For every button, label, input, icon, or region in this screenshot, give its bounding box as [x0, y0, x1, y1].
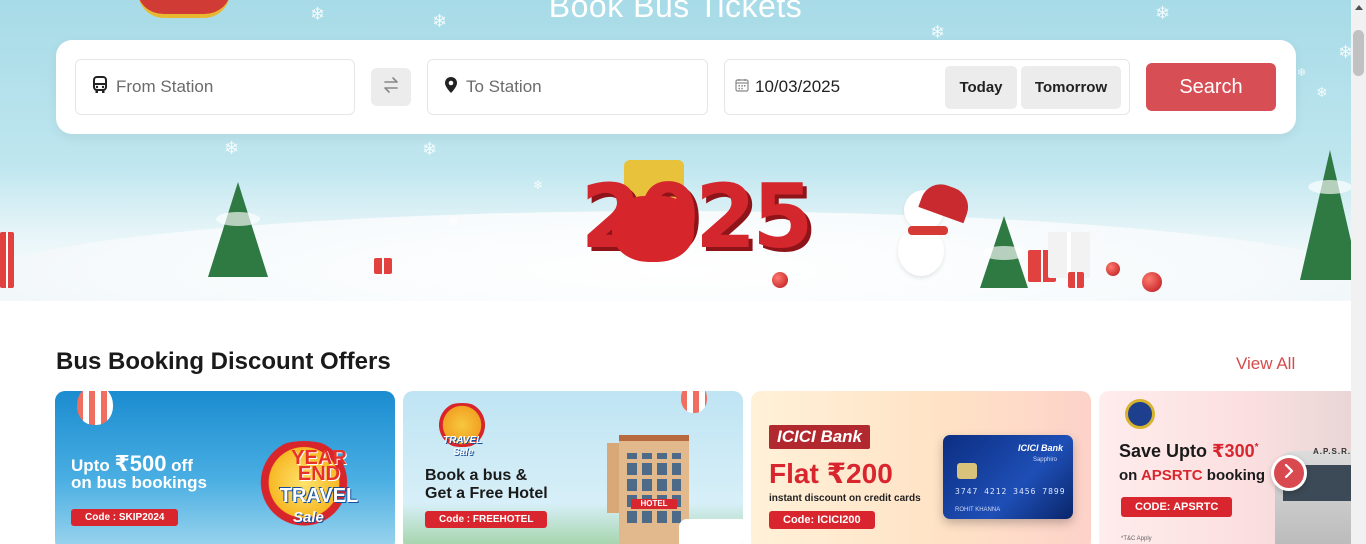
card-number: 3747 4212 3456 7899: [955, 487, 1066, 496]
offer-headline: Save Upto ₹300*: [1119, 441, 1259, 462]
offer-card-freehotel[interactable]: TRAVEL Sale Book a bus & Get a Free Hote…: [403, 391, 743, 544]
bus-label: A.P.S.R.T.C: [1313, 447, 1351, 456]
offer-subline: on bus bookings: [71, 473, 207, 492]
snowflake-icon: ❄: [533, 178, 544, 192]
offer-headline-prefix: Flat: [769, 458, 827, 489]
offer-subline: Get a Free Hotel: [425, 485, 548, 502]
snowflake-icon: ❄: [1297, 66, 1307, 79]
offer-code: Code : FREEHOTEL: [425, 511, 548, 528]
scroll-up-arrow-icon[interactable]: [1355, 5, 1363, 10]
view-all-offers-link[interactable]: View All: [1236, 354, 1295, 374]
badge-sale: Sale: [453, 447, 474, 458]
ornament-ball: [1106, 262, 1120, 276]
chevron-right-icon: [1283, 463, 1295, 483]
to-station-field[interactable]: [427, 59, 708, 115]
bus-icon: [92, 75, 108, 99]
offer-card-apsrtc[interactable]: Save Upto ₹300* on APSRTC booking A.P.S.…: [1099, 391, 1351, 544]
offer-amount: ₹200: [826, 458, 893, 489]
snowflake-icon: ❄: [1338, 42, 1351, 63]
offer-subline-suffix: booking: [1202, 467, 1266, 484]
offer-headline: Book a bus &: [425, 467, 528, 484]
tomorrow-button[interactable]: Tomorrow: [1021, 66, 1121, 109]
hero-title: Book Bus Tickets: [548, 0, 803, 24]
card-holder-name: ROHIT KHANNA: [955, 507, 1001, 513]
to-station-input[interactable]: [466, 77, 676, 97]
credit-card-illustration: ICICI Bank Sapphiro 3747 4212 3456 7899 …: [943, 435, 1073, 519]
date-field[interactable]: 10/03/2025 Today Tomorrow: [724, 59, 1130, 115]
offer-brand: APSRTC: [1140, 467, 1203, 484]
hot-air-balloon-icon: [681, 391, 707, 413]
apsrtc-logo: [1125, 399, 1155, 429]
offer-subline: on APSRTC booking: [1119, 467, 1265, 484]
christmas-tree: [1300, 150, 1351, 280]
offer-headline-prefix: Save Upto: [1119, 441, 1213, 461]
search-card: 10/03/2025 Today Tomorrow Search: [56, 40, 1296, 134]
from-station-input[interactable]: [116, 77, 326, 97]
today-button[interactable]: Today: [945, 66, 1017, 109]
snowflake-icon: ❄: [1316, 85, 1328, 101]
offer-code: Code: ICICI200: [769, 511, 875, 529]
offer-amount: ₹300: [1212, 441, 1255, 461]
card-bank-name: ICICI Bank: [1017, 443, 1063, 453]
offer-card-icici200[interactable]: ICICI Bank Flat ₹200 instant discount on…: [751, 391, 1091, 544]
badge-travel: TRAVEL: [443, 435, 483, 446]
card-tier: Sapphiro: [1032, 457, 1057, 463]
year-2025-art: 2025: [580, 165, 814, 268]
swap-icon: [382, 76, 400, 99]
gift-box: [374, 258, 392, 274]
offers-section-title: Bus Booking Discount Offers: [56, 348, 391, 375]
snowflake-icon: ❄: [422, 139, 438, 160]
search-button[interactable]: Search: [1146, 63, 1276, 111]
ornament-ball: [1142, 272, 1162, 292]
icici-bank-logo: ICICI Bank: [769, 425, 871, 449]
offer-code: CODE: APSRTC: [1121, 497, 1233, 517]
hot-air-balloon-icon: [77, 391, 113, 425]
carousel-next-button[interactable]: [1271, 455, 1307, 491]
christmas-tree: [208, 182, 268, 277]
offer-subline-prefix: on: [1119, 467, 1141, 484]
christmas-tree: [980, 216, 1028, 288]
badge-sale: Sale: [293, 509, 324, 526]
gift-box: [0, 232, 14, 288]
snowflake-icon: ❄: [1155, 3, 1171, 24]
location-pin-icon: [444, 76, 458, 99]
bus-illustration: [679, 519, 743, 544]
card-chip-icon: [957, 463, 977, 479]
gift-box: [1068, 272, 1084, 288]
badge-travel: TRAVEL: [279, 485, 359, 507]
badge-end: END: [297, 463, 341, 485]
offer-code: Code : SKIP2024: [71, 509, 179, 526]
offer-card-skip2024[interactable]: Upto ₹500 off on bus bookings Code : SKI…: [55, 391, 395, 544]
swap-stations-button[interactable]: [371, 68, 411, 106]
santa-sack: [612, 196, 694, 262]
scrollbar-thumb[interactable]: [1353, 30, 1364, 76]
snowflake-icon: ❄: [224, 138, 240, 159]
offer-amount-mark: *: [1254, 442, 1259, 453]
hotel-sign: HOTEL: [631, 499, 677, 509]
from-station-field[interactable]: [75, 59, 355, 115]
offer-subline: instant discount on credit cards: [769, 493, 921, 504]
offer-headline: Flat ₹200: [769, 457, 893, 490]
terms-note: *T&C Apply: [1121, 536, 1152, 542]
page-scrollbar[interactable]: [1351, 0, 1366, 544]
snowflake-icon: ❄: [447, 214, 459, 230]
snowflake-icon: ❄: [310, 4, 326, 25]
ornament-ball: [772, 272, 788, 288]
snowman-scarf: [908, 226, 948, 235]
snowflake-icon: ❄: [432, 11, 448, 32]
calendar-icon: [735, 78, 749, 97]
travel-date-value[interactable]: 10/03/2025: [755, 77, 935, 97]
